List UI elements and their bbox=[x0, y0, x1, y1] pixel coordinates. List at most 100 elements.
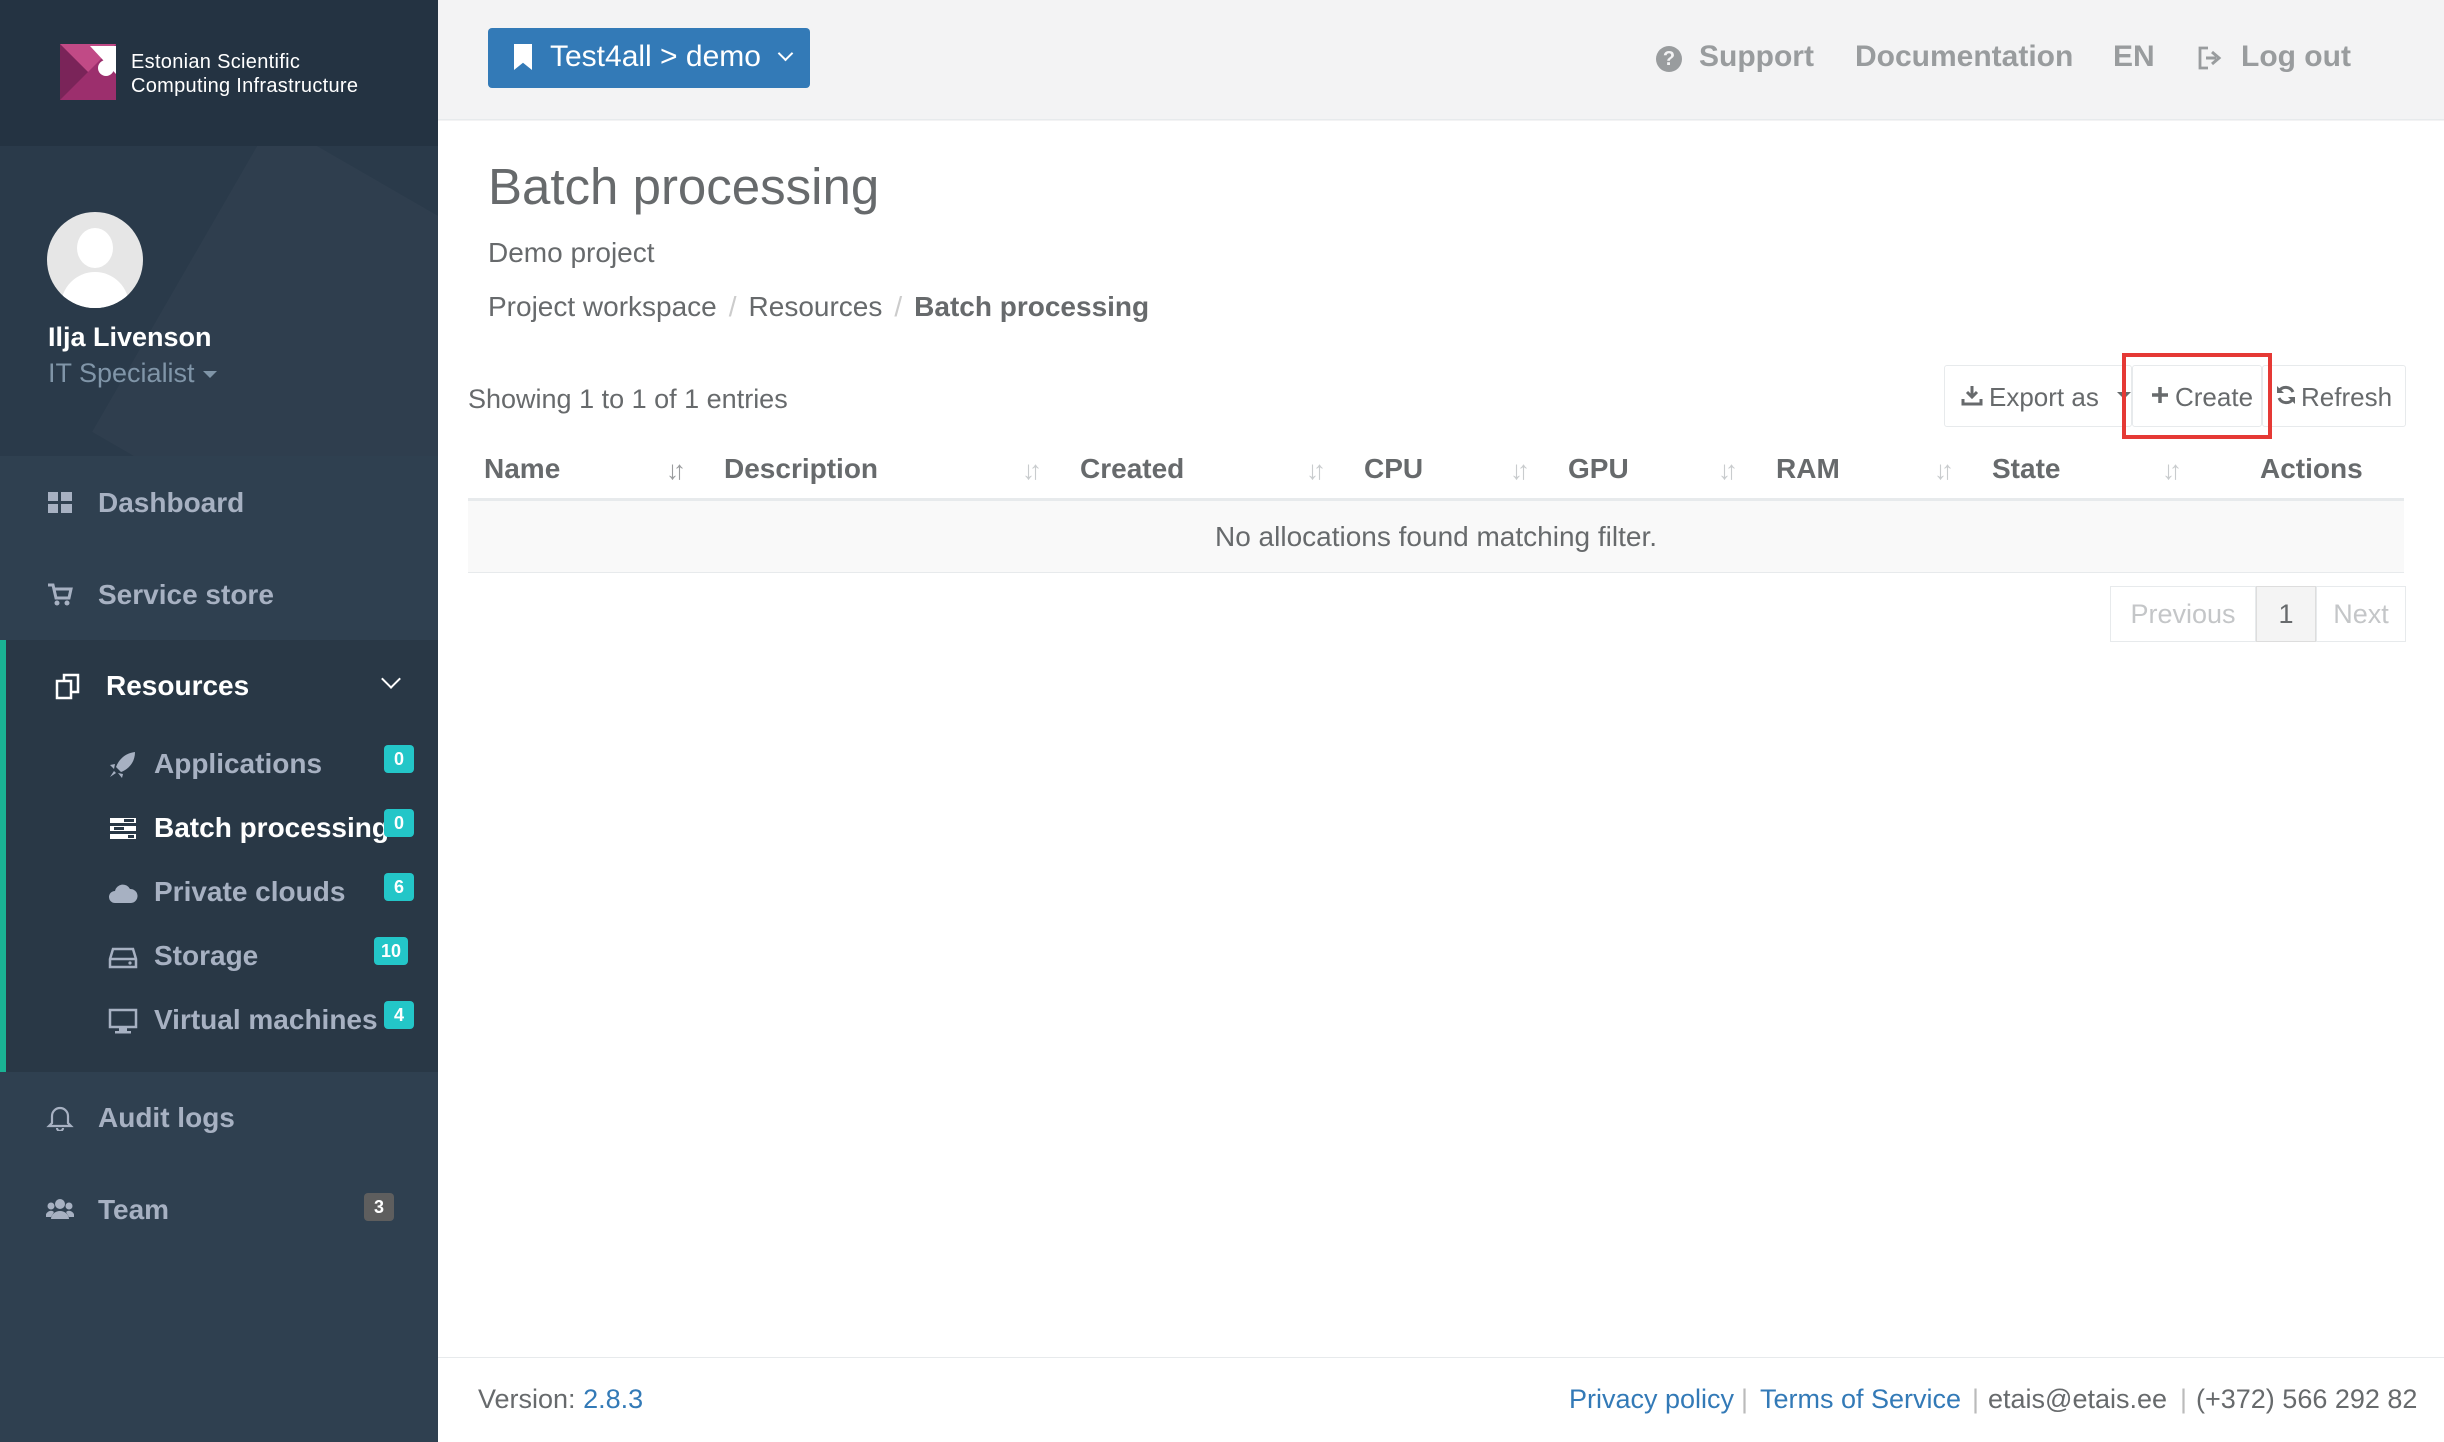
sidebar-item-team[interactable]: Team 3 bbox=[0, 1175, 438, 1245]
count-badge: 10 bbox=[374, 937, 409, 965]
entries-info: Showing 1 to 1 of 1 entries bbox=[468, 384, 788, 414]
column-header-ram[interactable]: RAM bbox=[1776, 453, 1840, 485]
bookmark-icon bbox=[514, 44, 532, 70]
project-selector-button[interactable]: Test4all > demo bbox=[488, 28, 810, 88]
sidebar-item-storage[interactable]: Storage 10 bbox=[6, 927, 438, 985]
sidebar-item-private-clouds[interactable]: Private clouds 6 bbox=[6, 863, 438, 921]
sidebar-item-label: Virtual machines bbox=[154, 1004, 378, 1035]
etais-logo bbox=[60, 44, 116, 100]
column-header-created[interactable]: Created bbox=[1080, 453, 1184, 485]
sidebar-item-service-store[interactable]: Service store bbox=[0, 560, 438, 630]
column-header-name[interactable]: Name bbox=[484, 453, 560, 485]
terms-of-service-link[interactable]: Terms of Service bbox=[1760, 1384, 1961, 1415]
pagination-page-1[interactable]: 1 bbox=[2256, 586, 2316, 642]
export-as-button[interactable]: Export as bbox=[1944, 365, 2132, 427]
breadcrumb-item-project-workspace[interactable]: Project workspace bbox=[488, 291, 717, 322]
sidebar-item-batch-processing[interactable]: Batch processing 0 bbox=[6, 799, 438, 857]
count-badge: 4 bbox=[384, 1001, 414, 1029]
sidebar-item-label: Dashboard bbox=[98, 487, 245, 518]
column-header-actions: Actions bbox=[2260, 453, 2363, 484]
sidebar-group-resources: Resources Applications 0 Batch processin… bbox=[0, 640, 438, 1072]
breadcrumb-item-resources[interactable]: Resources bbox=[749, 291, 883, 322]
create-button-highlight bbox=[2122, 353, 2272, 439]
cloud-icon bbox=[109, 884, 138, 903]
documentation-link[interactable]: Documentation bbox=[1855, 40, 2073, 74]
sidebar-item-dashboard[interactable]: Dashboard bbox=[0, 468, 438, 538]
sidebar-item-virtual-machines[interactable]: Virtual machines 4 bbox=[6, 991, 438, 1049]
breadcrumb-separator: / bbox=[728, 291, 737, 322]
top-navbar: Test4all > demo ? Support Documentation … bbox=[438, 0, 2444, 120]
page-title: Batch processing bbox=[488, 158, 880, 215]
breadcrumb-item-current: Batch processing bbox=[914, 291, 1150, 322]
sort-descending-icon[interactable]: ↓↑ bbox=[666, 455, 686, 486]
chevron-down-icon bbox=[777, 45, 794, 62]
user-role-label: IT Specialist bbox=[48, 358, 195, 388]
column-header-state[interactable]: State bbox=[1992, 453, 2060, 485]
column-header-description[interactable]: Description bbox=[724, 453, 878, 485]
footer-separator: | bbox=[2180, 1384, 2188, 1414]
sidebar: Estonian Scientific Computing Infrastruc… bbox=[0, 0, 438, 1442]
sidebar-item-label: Team bbox=[98, 1194, 170, 1225]
pagination-next-button[interactable]: Next bbox=[2316, 586, 2406, 642]
sidebar-item-label: Resources bbox=[106, 670, 250, 701]
export-as-label: Export as bbox=[1989, 382, 2099, 412]
users-icon bbox=[46, 1199, 74, 1219]
footer-separator: | bbox=[1741, 1384, 1749, 1414]
user-name: Ilja Livenson bbox=[48, 322, 212, 352]
support-link[interactable]: Support bbox=[1699, 40, 1814, 74]
sort-icon[interactable]: ↓↑ bbox=[1306, 455, 1326, 486]
count-badge: 6 bbox=[384, 873, 414, 901]
sort-icon[interactable]: ↓↑ bbox=[1934, 455, 1954, 486]
brand-line-2: Computing Infrastructure bbox=[131, 75, 359, 97]
count-badge: 0 bbox=[384, 809, 414, 837]
logout-link[interactable]: Log out bbox=[2241, 40, 2351, 74]
brand-line-1: Estonian Scientific bbox=[131, 51, 301, 73]
rocket-icon bbox=[110, 752, 135, 778]
count-badge: 0 bbox=[384, 745, 414, 773]
sidebar-item-applications[interactable]: Applications 0 bbox=[6, 735, 438, 793]
privacy-policy-link[interactable]: Privacy policy bbox=[1569, 1384, 1734, 1415]
avatar[interactable] bbox=[47, 212, 143, 308]
footer: Version: 2.8.3 Privacy policy | Terms of… bbox=[438, 1357, 2444, 1442]
refresh-label: Refresh bbox=[2301, 382, 2393, 412]
sidebar-item-resources[interactable]: Resources bbox=[6, 640, 438, 730]
caret-down-icon bbox=[202, 371, 217, 379]
refresh-button[interactable]: Refresh bbox=[2262, 365, 2406, 427]
question-circle-icon: ? bbox=[1656, 46, 1682, 72]
language-selector[interactable]: EN bbox=[2113, 40, 2155, 74]
sidebar-item-label: Batch processing bbox=[154, 812, 389, 843]
sort-icon[interactable]: ↓↑ bbox=[2162, 455, 2182, 486]
version-link[interactable]: 2.8.3 bbox=[583, 1384, 643, 1414]
main-content: Batch processing Demo project Project wo… bbox=[438, 121, 2444, 1357]
refresh-icon bbox=[2277, 385, 2295, 405]
tasks-icon bbox=[110, 818, 136, 839]
user-profile: Ilja Livenson IT Specialist bbox=[0, 146, 438, 456]
dashboard-icon bbox=[48, 492, 72, 513]
copy-icon bbox=[55, 673, 80, 700]
sort-icon[interactable]: ↓↑ bbox=[1510, 455, 1530, 486]
brand[interactable]: Estonian Scientific Computing Infrastruc… bbox=[0, 0, 438, 146]
pagination-previous-button[interactable]: Previous bbox=[2110, 586, 2256, 642]
bell-icon bbox=[46, 1106, 74, 1131]
sidebar-item-label: Storage bbox=[154, 940, 259, 971]
breadcrumb: Project workspace / Resources / Batch proces… bbox=[488, 291, 1149, 323]
sidebar-item-audit-logs[interactable]: Audit logs bbox=[0, 1083, 438, 1153]
version-info: Version: 2.8.3 bbox=[478, 1384, 643, 1415]
sidebar-item-label: Private clouds bbox=[154, 876, 346, 907]
sort-icon[interactable]: ↓↑ bbox=[1022, 455, 1042, 486]
contact-phone: (+372) 566 292 82 bbox=[2196, 1384, 2418, 1414]
desktop-icon bbox=[108, 1008, 138, 1034]
column-header-cpu[interactable]: CPU bbox=[1364, 453, 1423, 485]
contact-email: etais@etais.ee bbox=[1988, 1384, 2168, 1414]
hard-drive-icon bbox=[108, 947, 138, 969]
avatar-head bbox=[77, 228, 113, 268]
count-badge: 3 bbox=[364, 1193, 394, 1221]
profile-background bbox=[92, 146, 438, 456]
column-header-gpu[interactable]: GPU bbox=[1568, 453, 1629, 485]
page-subtitle: Demo project bbox=[488, 237, 655, 268]
footer-separator: | bbox=[1972, 1384, 1980, 1414]
sign-out-icon bbox=[2198, 46, 2222, 70]
sort-icon[interactable]: ↓↑ bbox=[1718, 455, 1738, 486]
breadcrumb-separator: / bbox=[894, 291, 903, 322]
user-role-dropdown[interactable]: IT Specialist bbox=[48, 358, 217, 389]
